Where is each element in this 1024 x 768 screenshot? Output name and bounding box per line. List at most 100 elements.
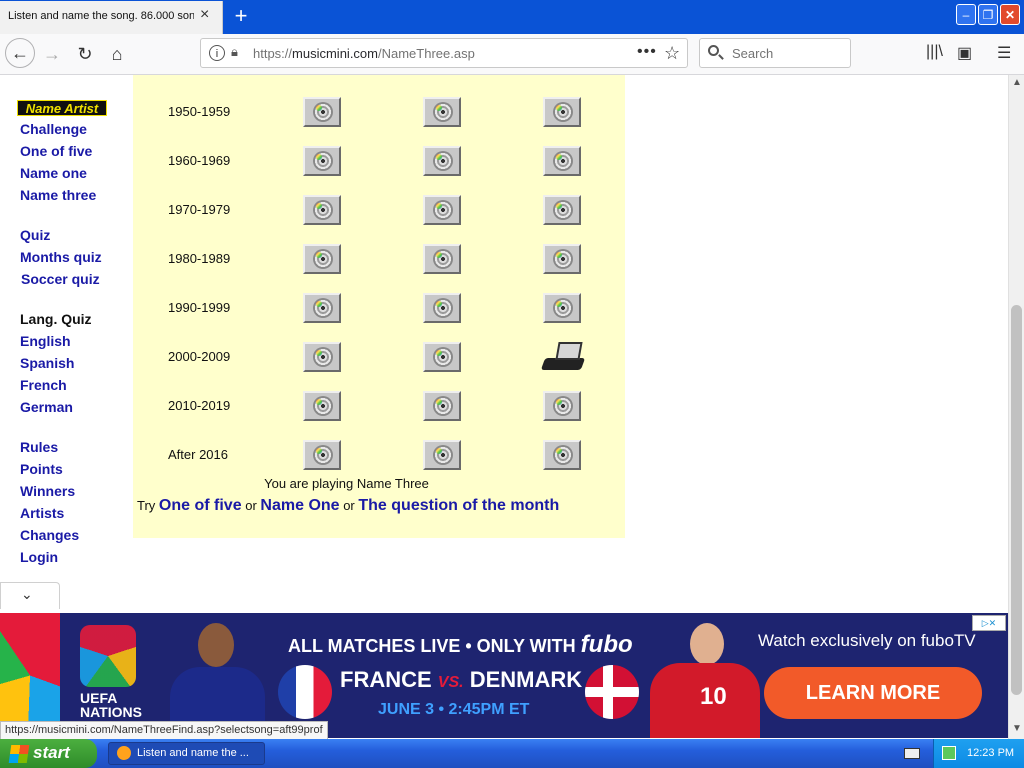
cd-disc-icon (433, 396, 453, 416)
cd-song-button[interactable] (303, 244, 341, 274)
link-name-one[interactable]: Name One (260, 497, 339, 514)
link-question-of-month[interactable]: The question of the month (358, 497, 559, 514)
tab-close-icon[interactable]: × (200, 6, 209, 24)
nav-changes[interactable]: Changes (20, 527, 79, 543)
nav-french[interactable]: French (20, 377, 67, 393)
arrow-right-icon: → (43, 44, 61, 64)
cd-disc-icon (553, 102, 573, 122)
taskbar-firefox-item[interactable]: Listen and name the ... (108, 742, 265, 765)
nav-quiz[interactable]: Quiz (20, 227, 50, 243)
decade-label: 2000-2009 (168, 349, 231, 364)
minimize-button[interactable]: – (956, 4, 976, 25)
start-button[interactable]: start (0, 739, 97, 768)
url-text[interactable]: https://musicmini.com/NameThree.asp (253, 46, 475, 61)
cd-song-button[interactable] (423, 440, 461, 470)
ad-matchup: FRANCE VS. DENMARK (340, 667, 582, 693)
cd-song-button[interactable] (423, 391, 461, 421)
cd-song-button[interactable] (303, 293, 341, 323)
ad-color-pattern (0, 613, 60, 738)
nav-artists[interactable]: Artists (20, 505, 64, 521)
cd-song-button[interactable] (543, 293, 581, 323)
scrollbar-thumb[interactable] (1011, 305, 1022, 695)
keyboard-icon[interactable] (904, 748, 920, 759)
cd-disc-icon (313, 347, 333, 367)
cd-song-button[interactable] (543, 97, 581, 127)
collapse-tab[interactable]: ⌄ (0, 582, 60, 609)
nav-one-of-five[interactable]: One of five (20, 143, 92, 159)
nav-english[interactable]: English (20, 333, 71, 349)
firefox-icon (117, 746, 131, 760)
cd-disc-icon (313, 249, 333, 269)
cd-player-playing-icon[interactable] (540, 342, 586, 374)
browser-tab[interactable]: Listen and name the song. 86.000 songs × (0, 1, 223, 34)
cd-song-button[interactable] (423, 146, 461, 176)
nav-name-one[interactable]: Name one (20, 165, 87, 181)
page-actions-icon[interactable]: ••• (637, 43, 657, 61)
name-artist-logo[interactable]: Name Artist (17, 100, 107, 116)
cd-song-button[interactable] (423, 342, 461, 372)
home-icon: ⌂ (111, 44, 123, 64)
cd-song-button[interactable] (303, 146, 341, 176)
ad-headline-text: ALL MATCHES LIVE • ONLY WITH (288, 636, 576, 656)
fubo-ad-banner[interactable]: UEFA NATIONS LEAGUE ALL MATCHES LIVE • O… (0, 613, 1008, 738)
decade-label: 1950-1959 (168, 104, 231, 119)
maximize-button[interactable]: ❐ (978, 4, 998, 25)
link-one-of-five[interactable]: One of five (159, 497, 242, 514)
vertical-scrollbar[interactable]: ▲ ▼ (1008, 75, 1024, 739)
close-window-button[interactable]: ✕ (1000, 4, 1020, 25)
cd-disc-icon (553, 200, 573, 220)
new-tab-button[interactable]: + (229, 3, 253, 29)
cd-song-button[interactable] (303, 97, 341, 127)
scroll-up-icon[interactable]: ▲ (1012, 77, 1022, 88)
lock-icon[interactable]: 🔒︎ (231, 44, 238, 60)
search-bar[interactable]: Search (699, 38, 851, 68)
title-bar: Listen and name the song. 86.000 songs ×… (0, 0, 1024, 34)
cd-disc-icon (313, 396, 333, 416)
cd-song-button[interactable] (543, 440, 581, 470)
url-path: /NameThree.asp (378, 46, 475, 61)
library-icon[interactable]: |||\ (926, 43, 943, 61)
cd-song-button[interactable] (543, 195, 581, 225)
cd-disc-icon (553, 396, 573, 416)
hamburger-menu-icon[interactable]: ☰ (997, 43, 1011, 63)
nav-winners[interactable]: Winners (20, 483, 75, 499)
reload-button[interactable]: ↻ (71, 40, 99, 68)
cd-song-button[interactable] (303, 342, 341, 372)
home-button[interactable]: ⌂ (103, 40, 131, 68)
cd-song-button[interactable] (423, 244, 461, 274)
back-button[interactable]: ← (5, 38, 35, 68)
address-bar[interactable]: i 🔒︎ https://musicmini.com/NameThree.asp… (200, 38, 688, 68)
decade-label: 2010-2019 (168, 398, 231, 413)
learn-more-button[interactable]: LEARN MORE (764, 667, 982, 719)
cd-disc-icon (433, 445, 453, 465)
cd-song-button[interactable] (303, 440, 341, 470)
cd-song-button[interactable] (423, 293, 461, 323)
nav-months-quiz[interactable]: Months quiz (20, 249, 102, 265)
cd-song-button[interactable] (303, 195, 341, 225)
forward-button[interactable]: → (38, 40, 66, 68)
nav-soccer-quiz[interactable]: Soccer quiz (21, 271, 100, 287)
cd-disc-icon (553, 445, 573, 465)
nav-rules[interactable]: Rules (20, 439, 58, 455)
nav-name-three[interactable]: Name three (20, 187, 96, 203)
nav-points[interactable]: Points (20, 461, 63, 477)
nav-challenge[interactable]: Challenge (20, 121, 87, 137)
bookmark-star-icon[interactable]: ☆ (664, 43, 680, 64)
cd-song-button[interactable] (543, 146, 581, 176)
nav-login[interactable]: Login (20, 549, 58, 565)
cd-song-button[interactable] (423, 97, 461, 127)
cd-song-button[interactable] (543, 391, 581, 421)
ad-choices-icon[interactable]: ▷✕ (972, 615, 1006, 631)
info-icon[interactable]: i (209, 45, 225, 61)
cd-song-button[interactable] (543, 244, 581, 274)
scroll-down-icon[interactable]: ▼ (1012, 723, 1022, 734)
cd-song-button[interactable] (303, 391, 341, 421)
sidebar-toggle-icon[interactable]: ▣ (957, 43, 972, 63)
network-icon[interactable] (942, 746, 956, 760)
cd-song-button[interactable] (423, 195, 461, 225)
nav-spanish[interactable]: Spanish (20, 355, 74, 371)
cd-disc-icon (313, 298, 333, 318)
reload-icon: ↻ (77, 44, 93, 64)
nav-german[interactable]: German (20, 399, 73, 415)
team-france: FRANCE (340, 667, 432, 692)
